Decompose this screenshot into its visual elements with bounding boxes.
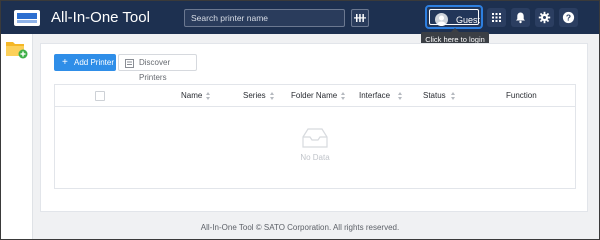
help-button[interactable]: ? <box>559 8 578 27</box>
add-folder-icon <box>6 42 28 59</box>
sort-icon[interactable] <box>206 92 211 100</box>
app-window: All-In-One Tool Search printer name Gues… <box>0 0 600 240</box>
sort-icon[interactable] <box>341 92 346 100</box>
column-header-status[interactable]: Status <box>423 85 446 106</box>
notifications-button[interactable] <box>511 8 530 27</box>
column-header-function: Function <box>506 91 537 100</box>
plus-icon: + <box>62 57 68 68</box>
bell-icon <box>516 12 525 24</box>
column-header-name[interactable]: Name <box>181 85 202 106</box>
scan-icon <box>354 14 366 22</box>
guest-login-button[interactable]: Guest <box>425 5 483 29</box>
printer-list-panel: + Add Printer Discover Printers Name Ser… <box>40 43 588 212</box>
settings-button[interactable] <box>535 8 554 27</box>
add-printer-label: Add Printer <box>74 58 115 67</box>
sort-icon[interactable] <box>398 92 403 100</box>
select-all-checkbox[interactable] <box>95 91 105 101</box>
search-input[interactable]: Search printer name <box>184 9 345 27</box>
column-header-interface[interactable]: Interface <box>359 85 390 106</box>
footer-copyright: All-In-One Tool © SATO Corporation. All … <box>200 223 400 232</box>
column-header-folder-name[interactable]: Folder Name <box>291 85 337 106</box>
table-header: Name Series Folder Name Interface Status… <box>55 85 575 107</box>
help-icon: ? <box>562 11 575 24</box>
top-bar: All-In-One Tool Search printer name Gues… <box>1 1 599 34</box>
printer-logo-icon <box>13 8 41 28</box>
guest-label: Guest <box>456 15 481 25</box>
app-title: All-In-One Tool <box>51 9 150 26</box>
scan-search-button[interactable] <box>351 9 369 27</box>
svg-text:?: ? <box>566 13 571 23</box>
discover-printers-button[interactable]: Discover Printers <box>118 54 197 82</box>
empty-inbox-icon <box>302 128 328 148</box>
apps-button[interactable] <box>487 8 506 27</box>
sort-icon[interactable] <box>270 92 275 100</box>
add-printer-button[interactable]: + Add Printer <box>54 54 116 71</box>
discover-icon <box>125 59 134 68</box>
user-icon <box>437 15 446 26</box>
discover-printers-label: Discover Printers <box>139 58 171 82</box>
apps-grid-icon <box>492 13 501 22</box>
printer-table: Name Series Folder Name Interface Status… <box>54 84 576 189</box>
empty-state-text: No Data <box>300 153 330 162</box>
column-header-series[interactable]: Series <box>243 85 266 106</box>
gear-icon <box>538 11 551 24</box>
left-sidebar <box>1 34 33 239</box>
avatar <box>435 13 448 26</box>
add-folder-button[interactable] <box>5 38 29 65</box>
sort-icon[interactable] <box>451 92 456 100</box>
